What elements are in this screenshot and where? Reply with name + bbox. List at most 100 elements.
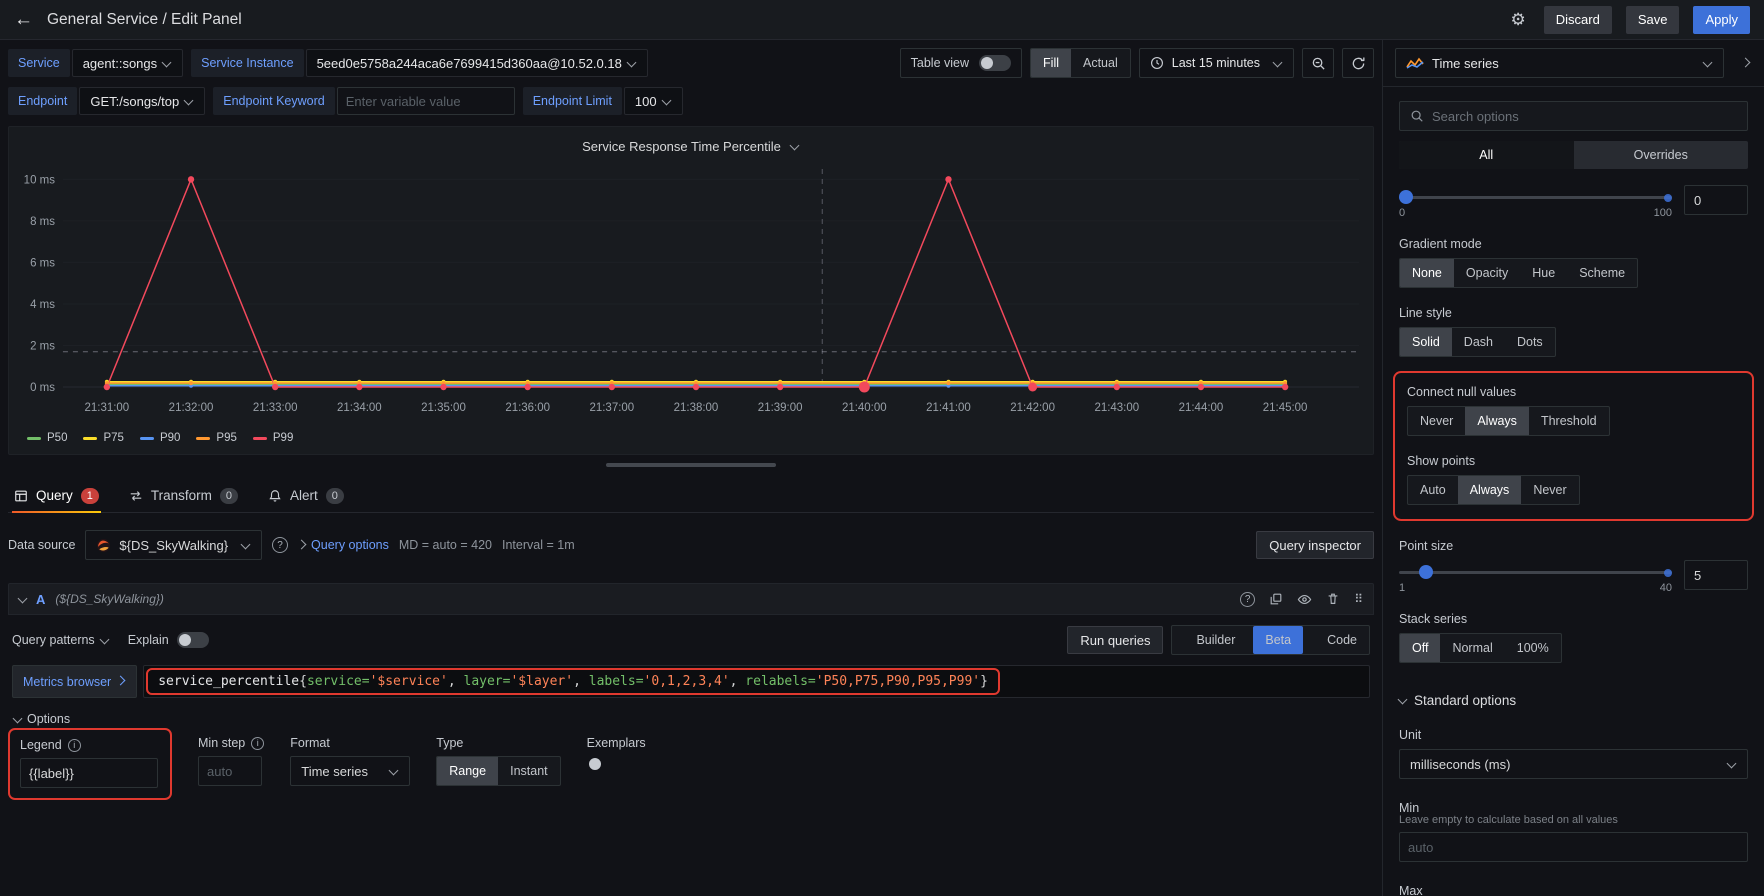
query-inspector-button[interactable]: Query inspector: [1256, 531, 1374, 559]
drag-handle-icon[interactable]: ⠿: [1354, 592, 1363, 606]
actual-option[interactable]: Actual: [1071, 49, 1130, 77]
query-expression-input[interactable]: service_percentile{service='$service', l…: [143, 665, 1370, 698]
line-style-solid[interactable]: Solid: [1400, 328, 1452, 356]
main-content: Service agent::songs Service Instance 5e…: [0, 40, 1382, 896]
connect-nulls-always[interactable]: Always: [1465, 407, 1529, 435]
options-search[interactable]: [1399, 101, 1748, 131]
metrics-browser-button[interactable]: Metrics browser: [12, 665, 137, 698]
query-patterns-dropdown[interactable]: Query patterns: [12, 633, 110, 647]
info-icon[interactable]: i: [251, 737, 264, 750]
query-ref-datasource: (${DS_SkyWalking}): [55, 592, 164, 606]
point-size-value-input[interactable]: 5: [1684, 560, 1748, 590]
data-point-P99: [104, 384, 110, 390]
slider-track[interactable]: [1399, 571, 1672, 574]
type-instant[interactable]: Instant: [498, 757, 560, 785]
connect-nulls-never[interactable]: Never: [1408, 407, 1465, 435]
legend-input[interactable]: [20, 758, 158, 788]
legend-item-P95[interactable]: P95: [196, 432, 236, 444]
skywalking-logo: [96, 538, 111, 553]
tab-query[interactable]: Query 1: [12, 479, 101, 512]
options-section-toggle[interactable]: Options: [8, 712, 1374, 726]
min-step-input[interactable]: [198, 756, 262, 786]
transform-count-badge: 0: [220, 488, 238, 504]
slider-handle[interactable]: [1419, 565, 1433, 579]
horizontal-scrollbar[interactable]: [606, 463, 776, 467]
unit-select[interactable]: milliseconds (ms): [1399, 749, 1748, 779]
slider-handle[interactable]: [1399, 190, 1413, 204]
standard-options-toggle[interactable]: Standard options: [1399, 693, 1748, 708]
trash-icon[interactable]: [1326, 592, 1340, 606]
fill-option[interactable]: Fill: [1031, 49, 1071, 77]
tab-alert[interactable]: Alert 0: [266, 479, 346, 512]
gradient-scheme[interactable]: Scheme: [1567, 259, 1637, 287]
fill-opacity-slider[interactable]: [1399, 190, 1672, 204]
tab-all[interactable]: All: [1399, 141, 1574, 169]
legend-item-P99[interactable]: P99: [253, 432, 293, 444]
slider-track[interactable]: [1399, 196, 1672, 199]
options-scroll-area[interactable]: All Overrides 0 100 0 Gradient mode None: [1383, 87, 1764, 896]
legend-swatch: [196, 437, 210, 440]
gradient-opacity[interactable]: Opacity: [1454, 259, 1520, 287]
time-range-picker[interactable]: Last 15 minutes: [1139, 48, 1294, 78]
type-range[interactable]: Range: [437, 757, 498, 785]
show-points-always[interactable]: Always: [1458, 476, 1522, 504]
explain-toggle[interactable]: [177, 632, 209, 648]
panel-title-menu[interactable]: Service Response Time Percentile: [17, 135, 1365, 157]
discard-button[interactable]: Discard: [1544, 6, 1612, 34]
service-instance-dropdown[interactable]: 5eed0e5758a244aca6e7699415d360aa@10.52.0…: [306, 49, 648, 77]
tab-overrides[interactable]: Overrides: [1574, 141, 1749, 169]
query-options-toggle[interactable]: Query options: [298, 538, 389, 552]
datasource-picker[interactable]: ${DS_SkyWalking}: [85, 530, 262, 560]
connect-nulls-threshold[interactable]: Threshold: [1529, 407, 1609, 435]
stack-100[interactable]: 100%: [1505, 634, 1561, 662]
back-arrow-icon[interactable]: ←: [14, 9, 33, 31]
line-style-dots[interactable]: Dots: [1505, 328, 1555, 356]
tab-transform[interactable]: Transform 0: [127, 479, 240, 512]
stack-normal[interactable]: Normal: [1440, 634, 1504, 662]
help-icon[interactable]: ?: [1240, 592, 1255, 607]
fill-opacity-value-input[interactable]: 0: [1684, 185, 1748, 215]
line-style-dash[interactable]: Dash: [1452, 328, 1505, 356]
query-header-row[interactable]: A (${DS_SkyWalking}) ? ⠿: [8, 583, 1374, 615]
stack-off[interactable]: Off: [1400, 634, 1440, 662]
point-size-slider[interactable]: [1399, 565, 1672, 579]
response-time-chart[interactable]: 0 ms2 ms4 ms6 ms8 ms10 ms21:31:0021:32:0…: [17, 157, 1365, 425]
run-queries-button[interactable]: Run queries: [1067, 626, 1163, 654]
show-points-never[interactable]: Never: [1521, 476, 1578, 504]
visualization-picker[interactable]: Time series: [1395, 48, 1724, 78]
collapse-query-icon[interactable]: [18, 593, 28, 603]
builder-option[interactable]: BuilderBeta: [1172, 626, 1315, 654]
code-option[interactable]: Code: [1315, 626, 1369, 654]
refresh-button[interactable]: [1342, 48, 1374, 78]
info-icon[interactable]: i: [68, 739, 81, 752]
show-points-auto[interactable]: Auto: [1408, 476, 1458, 504]
options-search-input[interactable]: [1432, 109, 1737, 124]
service-label: Service: [8, 49, 70, 77]
legend-item-P75[interactable]: P75: [83, 432, 123, 444]
zoom-out-time-button[interactable]: [1302, 48, 1334, 78]
min-input[interactable]: [1399, 832, 1748, 862]
format-select[interactable]: Time series: [290, 756, 410, 786]
collapse-pane-button[interactable]: [1732, 59, 1754, 68]
x-axis-label: 21:39:00: [758, 402, 803, 414]
table-view-toggle[interactable]: [979, 55, 1011, 71]
endpoint-keyword-input[interactable]: [337, 87, 515, 115]
expr-token: {: [299, 674, 307, 689]
endpoint-limit-dropdown[interactable]: 100: [624, 87, 683, 115]
legend-item-P50[interactable]: P50: [27, 432, 67, 444]
datasource-help-icon[interactable]: ?: [272, 537, 288, 553]
apply-button[interactable]: Apply: [1693, 6, 1750, 34]
type-field: Type Range Instant: [436, 736, 560, 786]
save-button[interactable]: Save: [1626, 6, 1680, 34]
gradient-none[interactable]: None: [1400, 259, 1454, 287]
data-point-P99: [440, 384, 446, 390]
endpoint-dropdown[interactable]: GET:/songs/top: [79, 87, 205, 115]
legend-item-P90[interactable]: P90: [140, 432, 180, 444]
gear-icon[interactable]: ⚙: [1511, 10, 1526, 30]
eye-icon[interactable]: [1297, 592, 1312, 607]
query-expression-annotation: service_percentile{service='$service', l…: [146, 668, 1000, 695]
gradient-hue[interactable]: Hue: [1520, 259, 1567, 287]
service-dropdown[interactable]: agent::songs: [72, 49, 183, 77]
duplicate-icon[interactable]: [1269, 592, 1283, 606]
legend-series-label: P95: [216, 432, 236, 444]
